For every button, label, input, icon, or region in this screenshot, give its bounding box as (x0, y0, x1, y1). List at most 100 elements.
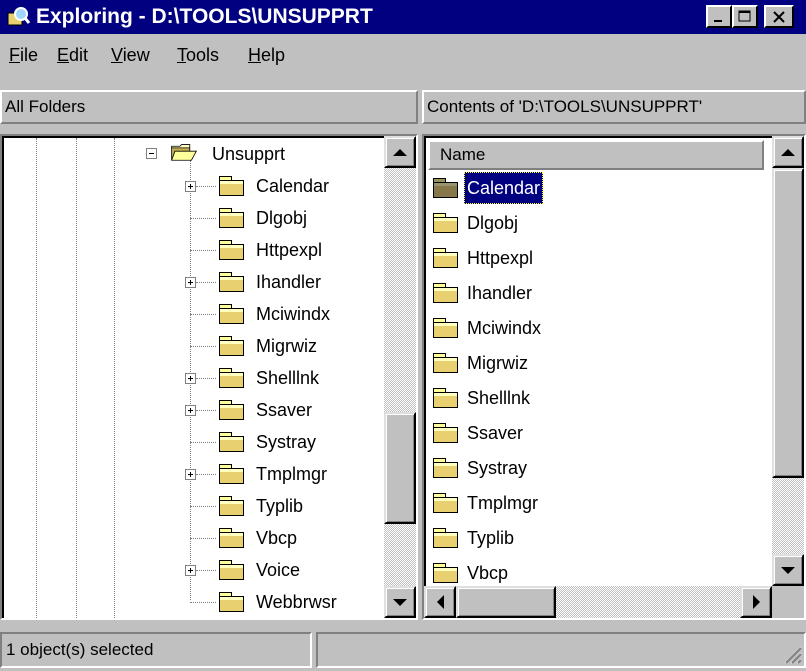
tree-vertical-scrollbar[interactable] (384, 136, 416, 618)
tree-branch-line (196, 378, 216, 379)
menu-edit[interactable]: Edit (57, 44, 88, 66)
collapse-icon[interactable] (146, 148, 157, 159)
resize-grip-icon[interactable] (782, 644, 802, 664)
contents-scroll-thumb[interactable] (772, 168, 804, 478)
tree-item[interactable]: Systray (4, 426, 384, 458)
tree-label: Shelllnk (256, 368, 320, 388)
tree-item[interactable]: Webbrwsr (4, 586, 384, 618)
list-item[interactable]: Httpexpl (430, 242, 760, 274)
contents-scroll-down-button[interactable] (772, 554, 804, 586)
explorer-magnifier-icon[interactable] (7, 6, 31, 33)
tree-label: Webbrwsr (256, 592, 337, 612)
expand-icon[interactable] (185, 565, 196, 576)
title-bar[interactable]: Exploring - D:\TOOLS\UNSUPPRT (0, 0, 806, 34)
arrow-down-icon (781, 566, 795, 574)
status-panel-right (316, 632, 806, 668)
close-icon (773, 10, 785, 23)
tree-item[interactable]: Typlib (4, 490, 384, 522)
list-item-label: Systray (467, 458, 528, 478)
tree-item[interactable]: Voice (4, 554, 384, 586)
name-column-header[interactable]: Name (428, 140, 764, 170)
tree-item[interactable]: Shelllnk (4, 362, 384, 394)
tree-item[interactable]: Migrwiz (4, 330, 384, 362)
list-item[interactable]: Mciwindx (430, 312, 760, 344)
list-item[interactable]: Shelllnk (430, 382, 760, 414)
contents-hscroll-thumb[interactable] (456, 586, 556, 618)
list-item[interactable]: Ihandler (430, 277, 760, 309)
tree-item-unsupprt[interactable]: Unsupprt (4, 138, 384, 170)
folder-icon (432, 562, 460, 584)
tree-item[interactable]: Vbcp (4, 522, 384, 554)
folder-icon (432, 282, 460, 304)
folder-icon (432, 527, 460, 549)
tree-label: Dlgobj (256, 208, 308, 228)
tree-item[interactable]: Mciwindx (4, 298, 384, 330)
tree-item[interactable]: Ssaver (4, 394, 384, 426)
contents-horizontal-scrollbar[interactable] (424, 586, 772, 618)
list-item[interactable]: Typlib (430, 522, 760, 554)
folder-icon (218, 591, 246, 613)
tree-label: Typlib (256, 496, 304, 516)
list-item[interactable]: Calendar (430, 172, 760, 204)
list-item[interactable]: Systray (430, 452, 760, 484)
tree-label: Voice (256, 560, 301, 580)
tree-item[interactable]: Httpexpl (4, 234, 384, 266)
tree-label: Ihandler (256, 272, 322, 292)
tree-scroll-down-button[interactable] (384, 586, 416, 618)
arrow-up-icon (393, 148, 407, 156)
menu-view-rest: iew (122, 45, 150, 65)
expand-icon[interactable] (185, 277, 196, 288)
tree-label: Vbcp (256, 528, 298, 548)
folder-icon (218, 431, 246, 453)
contents-scroll-up-button[interactable] (772, 136, 804, 168)
tree-item[interactable]: Ihandler (4, 266, 384, 298)
contents-scroll-left-button[interactable] (424, 586, 456, 618)
list-item[interactable]: Ssaver (430, 417, 760, 449)
scrollbar-corner (772, 586, 804, 618)
menu-help[interactable]: Help (248, 44, 285, 66)
folder-icon (432, 457, 460, 479)
list-item[interactable]: Dlgobj (430, 207, 760, 239)
contents-pane[interactable]: Name Calendar Dlgobj Httpexpl Ihandler Mciwi… (422, 134, 806, 620)
list-item-label: Ihandler (467, 283, 533, 303)
folder-icon (218, 399, 246, 421)
list-item[interactable]: Migrwiz (430, 347, 760, 379)
folder-icon (432, 317, 460, 339)
list-item-label: Ssaver (467, 423, 524, 443)
list-item-label: Calendar (464, 172, 544, 204)
menu-file-mnemonic: F (9, 45, 20, 65)
maximize-button[interactable] (732, 5, 758, 28)
tree-label: Ssaver (256, 400, 313, 420)
list-item-label: Mciwindx (467, 318, 542, 338)
status-text: 1 object(s) selected (0, 632, 312, 668)
tree-label: Systray (256, 432, 317, 452)
menu-tools-mnemonic: T (177, 45, 186, 65)
minimize-button[interactable] (706, 5, 732, 28)
tree-scroll-up-button[interactable] (384, 136, 416, 168)
folder-icon (432, 422, 460, 444)
menu-tools[interactable]: Tools (177, 44, 219, 66)
menu-view[interactable]: View (111, 44, 150, 66)
list-item-label: Vbcp (467, 563, 509, 583)
contents-vertical-scrollbar[interactable] (772, 136, 804, 586)
menu-file-rest: ile (20, 45, 39, 65)
tree-branch-line (196, 186, 216, 187)
folder-tree-pane[interactable]: Unsupprt Calendar Dlgobj Httpexpl Ihandler M… (0, 134, 418, 620)
tree-label: Migrwiz (256, 336, 317, 356)
expand-icon[interactable] (185, 181, 196, 192)
list-item[interactable]: Vbcp (430, 557, 760, 589)
expand-icon[interactable] (185, 469, 196, 480)
tree-item[interactable]: Calendar (4, 170, 384, 202)
close-button[interactable] (764, 5, 794, 28)
expand-icon[interactable] (185, 373, 196, 384)
expand-icon[interactable] (185, 405, 196, 416)
tree-item[interactable]: Dlgobj (4, 202, 384, 234)
menu-file[interactable]: File (9, 44, 38, 66)
tree-branch-line (190, 442, 216, 443)
tree-scroll-thumb[interactable] (384, 412, 416, 524)
contents-scroll-right-button[interactable] (740, 586, 772, 618)
tree-branch-line (196, 474, 216, 475)
tree-branch-line (190, 346, 216, 347)
list-item[interactable]: Tmplmgr (430, 487, 760, 519)
tree-item[interactable]: Tmplmgr (4, 458, 384, 490)
